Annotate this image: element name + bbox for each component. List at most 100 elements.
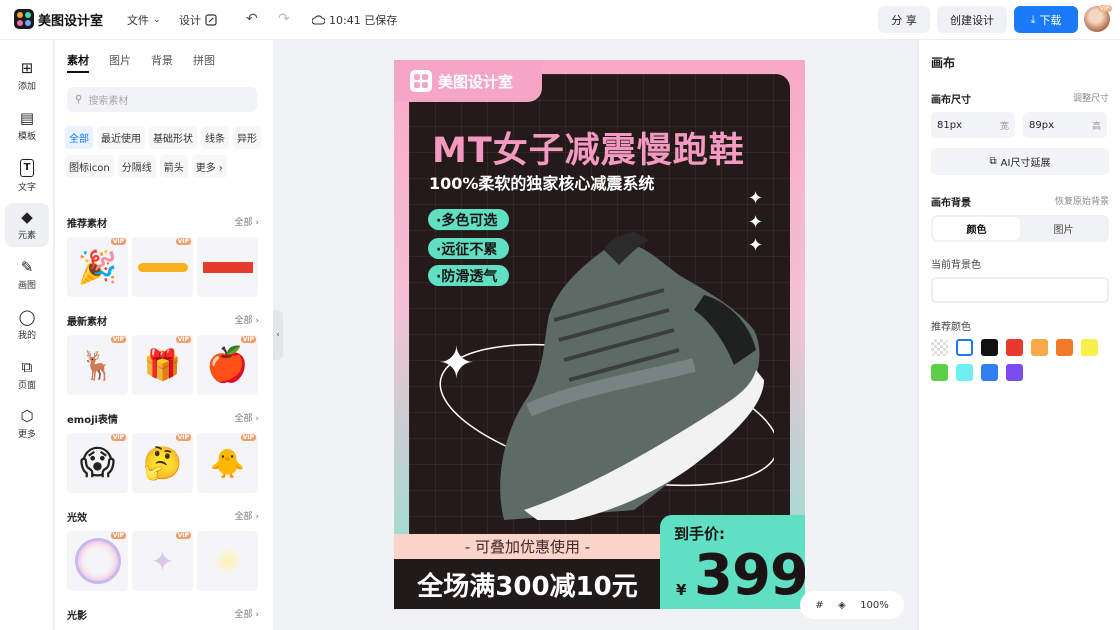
width-field[interactable]: 81px 宽 <box>931 112 1015 138</box>
properties-panel: 画布 画布尺寸 调整尺寸 81px 宽 89px 高 ⧉ AI尺寸延展 画布背景… <box>918 40 1120 630</box>
recommended-label: 推荐颜色 <box>931 322 971 333</box>
price-box[interactable]: 到手价: ¥ 399 <box>660 515 805 609</box>
asset-tile[interactable]: VIP 🐥 <box>197 433 258 493</box>
tab-collage[interactable]: 拼图 <box>193 52 215 73</box>
grid-icon[interactable]: # <box>815 600 823 611</box>
color-swatch[interactable] <box>931 364 948 381</box>
section-title: 最新素材 <box>67 317 107 328</box>
asset-tile[interactable]: VIP <box>67 531 128 591</box>
undo-icon[interactable]: ↶ <box>246 11 258 27</box>
adjust-size-link[interactable]: 调整尺寸 <box>1073 91 1109 106</box>
section-title: 光效 <box>67 513 87 524</box>
tab-image[interactable]: 图片 <box>1020 217 1107 240</box>
color-swatch[interactable] <box>1006 364 1023 381</box>
nav-text[interactable]: T 文字 <box>5 154 49 198</box>
nav-label: 模板 <box>17 132 36 142</box>
tab-images[interactable]: 图片 <box>109 52 131 73</box>
color-swatch[interactable] <box>1006 339 1023 356</box>
nav-add[interactable]: ⊞ 添加 <box>5 54 49 98</box>
nav-template[interactable]: ▤ 模板 <box>5 104 49 148</box>
file-menu[interactable]: 文件 ⌄ <box>127 12 161 28</box>
chip-icons[interactable]: 图标icon <box>65 155 114 178</box>
current-bg-swatch[interactable] <box>931 277 1109 303</box>
sneaker-image[interactable] <box>434 190 774 520</box>
file-menu-label: 文件 <box>127 14 149 27</box>
asset-tile[interactable]: VIP 😱 <box>67 433 128 493</box>
tab-color[interactable]: 颜色 <box>933 217 1020 240</box>
sparkle-icon: ✦ <box>150 544 175 578</box>
chip-recent[interactable]: 最近使用 <box>97 126 145 149</box>
tab-backgrounds[interactable]: 背景 <box>151 52 173 73</box>
zoom-level[interactable]: 100% <box>860 600 889 611</box>
canvas-area: 美图设计室 MT女子减震慢跑鞋 100%柔软的独家核心减震系统 ·多色可选 ·远… <box>283 40 918 630</box>
asset-panel: 素材 图片 背景 拼图 ⚲ 搜索素材 全部 最近使用 基础形状 线条 异形 图标… <box>55 40 273 630</box>
apple-icon: 🍎 <box>206 345 249 385</box>
poster-artboard[interactable]: 美图设计室 MT女子减震慢跑鞋 100%柔软的独家核心减震系统 ·多色可选 ·远… <box>394 60 805 609</box>
price-label: 到手价: <box>674 525 725 543</box>
see-all-link[interactable]: 全部 › <box>235 215 259 230</box>
snow-globe-gift-icon: 🎁 <box>143 347 182 383</box>
color-swatch[interactable] <box>931 339 948 356</box>
height-field[interactable]: 89px 高 <box>1023 112 1107 138</box>
collapse-panel-handle[interactable]: ‹ <box>273 310 283 360</box>
template-icon: ▤ <box>19 109 35 127</box>
color-swatch[interactable] <box>981 339 998 356</box>
download-button[interactable]: ⤓ 下载 <box>1014 6 1078 33</box>
design-menu[interactable]: 设计 <box>179 12 217 28</box>
nav-more[interactable]: ⬡ 更多 <box>5 402 49 446</box>
see-all-link[interactable]: 全部 › <box>235 509 259 524</box>
create-design-button[interactable]: 创建设计 <box>937 6 1007 33</box>
nav-mine[interactable]: ◯ 我的 <box>5 303 49 347</box>
chip-more[interactable]: 更多 › <box>191 155 227 178</box>
resize-icon: ⧉ <box>989 156 997 167</box>
add-page-icon: ⧉ <box>21 358 33 376</box>
asset-tile[interactable]: VIP ✦ <box>132 531 193 591</box>
vip-badge: VIP <box>110 434 126 441</box>
asset-tile[interactable]: VIP 🍎 <box>197 335 258 395</box>
search-input[interactable]: ⚲ 搜索素材 <box>67 87 257 112</box>
chip-dividers[interactable]: 分隔线 <box>117 155 156 178</box>
asset-tile[interactable]: VIP 🎉 <box>67 237 128 297</box>
checklist-chick-icon: 🐥 <box>210 446 245 480</box>
asset-tile[interactable] <box>197 237 258 297</box>
color-swatch[interactable] <box>1056 339 1073 356</box>
app-logo[interactable]: 美图设计室 <box>14 9 103 29</box>
tab-materials[interactable]: 素材 <box>67 52 89 73</box>
logo-icon <box>14 9 34 29</box>
see-all-link[interactable]: 全部 › <box>235 411 259 426</box>
color-swatch[interactable] <box>956 339 973 356</box>
chip-lines[interactable]: 线条 <box>201 126 229 149</box>
chip-arrows[interactable]: 箭头 <box>159 155 188 178</box>
ai-resize-label: AI尺寸延展 <box>1000 158 1051 169</box>
sparkle-icon: ✦ <box>748 212 764 233</box>
chip-basic-shapes[interactable]: 基础形状 <box>149 126 197 149</box>
see-all-link[interactable]: 全部 › <box>235 313 259 328</box>
ai-resize-button[interactable]: ⧉ AI尺寸延展 <box>931 148 1109 175</box>
share-button[interactable]: 分 享 <box>878 6 930 33</box>
redo-icon[interactable]: ↷ <box>278 11 290 27</box>
color-swatch[interactable] <box>956 364 973 381</box>
nav-draw[interactable]: ✎ 画图 <box>5 253 49 297</box>
coupon-banner[interactable]: - 可叠加优惠使用 - <box>394 534 661 559</box>
nav-label: 页面 <box>17 381 36 391</box>
color-swatch[interactable] <box>1031 339 1048 356</box>
color-swatch[interactable] <box>1081 339 1098 356</box>
color-swatch[interactable] <box>981 364 998 381</box>
nav-elements[interactable]: ◆ 元素 <box>5 203 49 247</box>
asset-tile[interactable]: VIP 🎁 <box>132 335 193 395</box>
nav-pages[interactable]: ⧉ 页面 <box>5 353 49 397</box>
poster-headline[interactable]: MT女子减震慢跑鞋 <box>432 122 745 173</box>
asset-tile[interactable] <box>197 531 258 591</box>
poster-brand[interactable]: 美图设计室 <box>394 60 542 102</box>
promo-banner[interactable]: 全场满300减10元 <box>394 559 661 609</box>
asset-tile[interactable]: VIP 🦌 <box>67 335 128 395</box>
chip-irregular[interactable]: 异形 <box>233 126 261 149</box>
chip-all[interactable]: 全部 <box>65 126 93 149</box>
see-all-link[interactable]: 全部 › <box>235 607 259 622</box>
asset-tile[interactable]: VIP <box>132 237 193 297</box>
poster-brand-text: 美图设计室 <box>438 72 514 91</box>
reset-bg-link[interactable]: 恢复原始背景 <box>1055 194 1109 209</box>
asset-tile[interactable]: VIP 🤔 <box>132 433 193 493</box>
download-icon: ⤓ <box>1030 12 1036 26</box>
layers-icon[interactable]: ◈ <box>838 600 846 611</box>
